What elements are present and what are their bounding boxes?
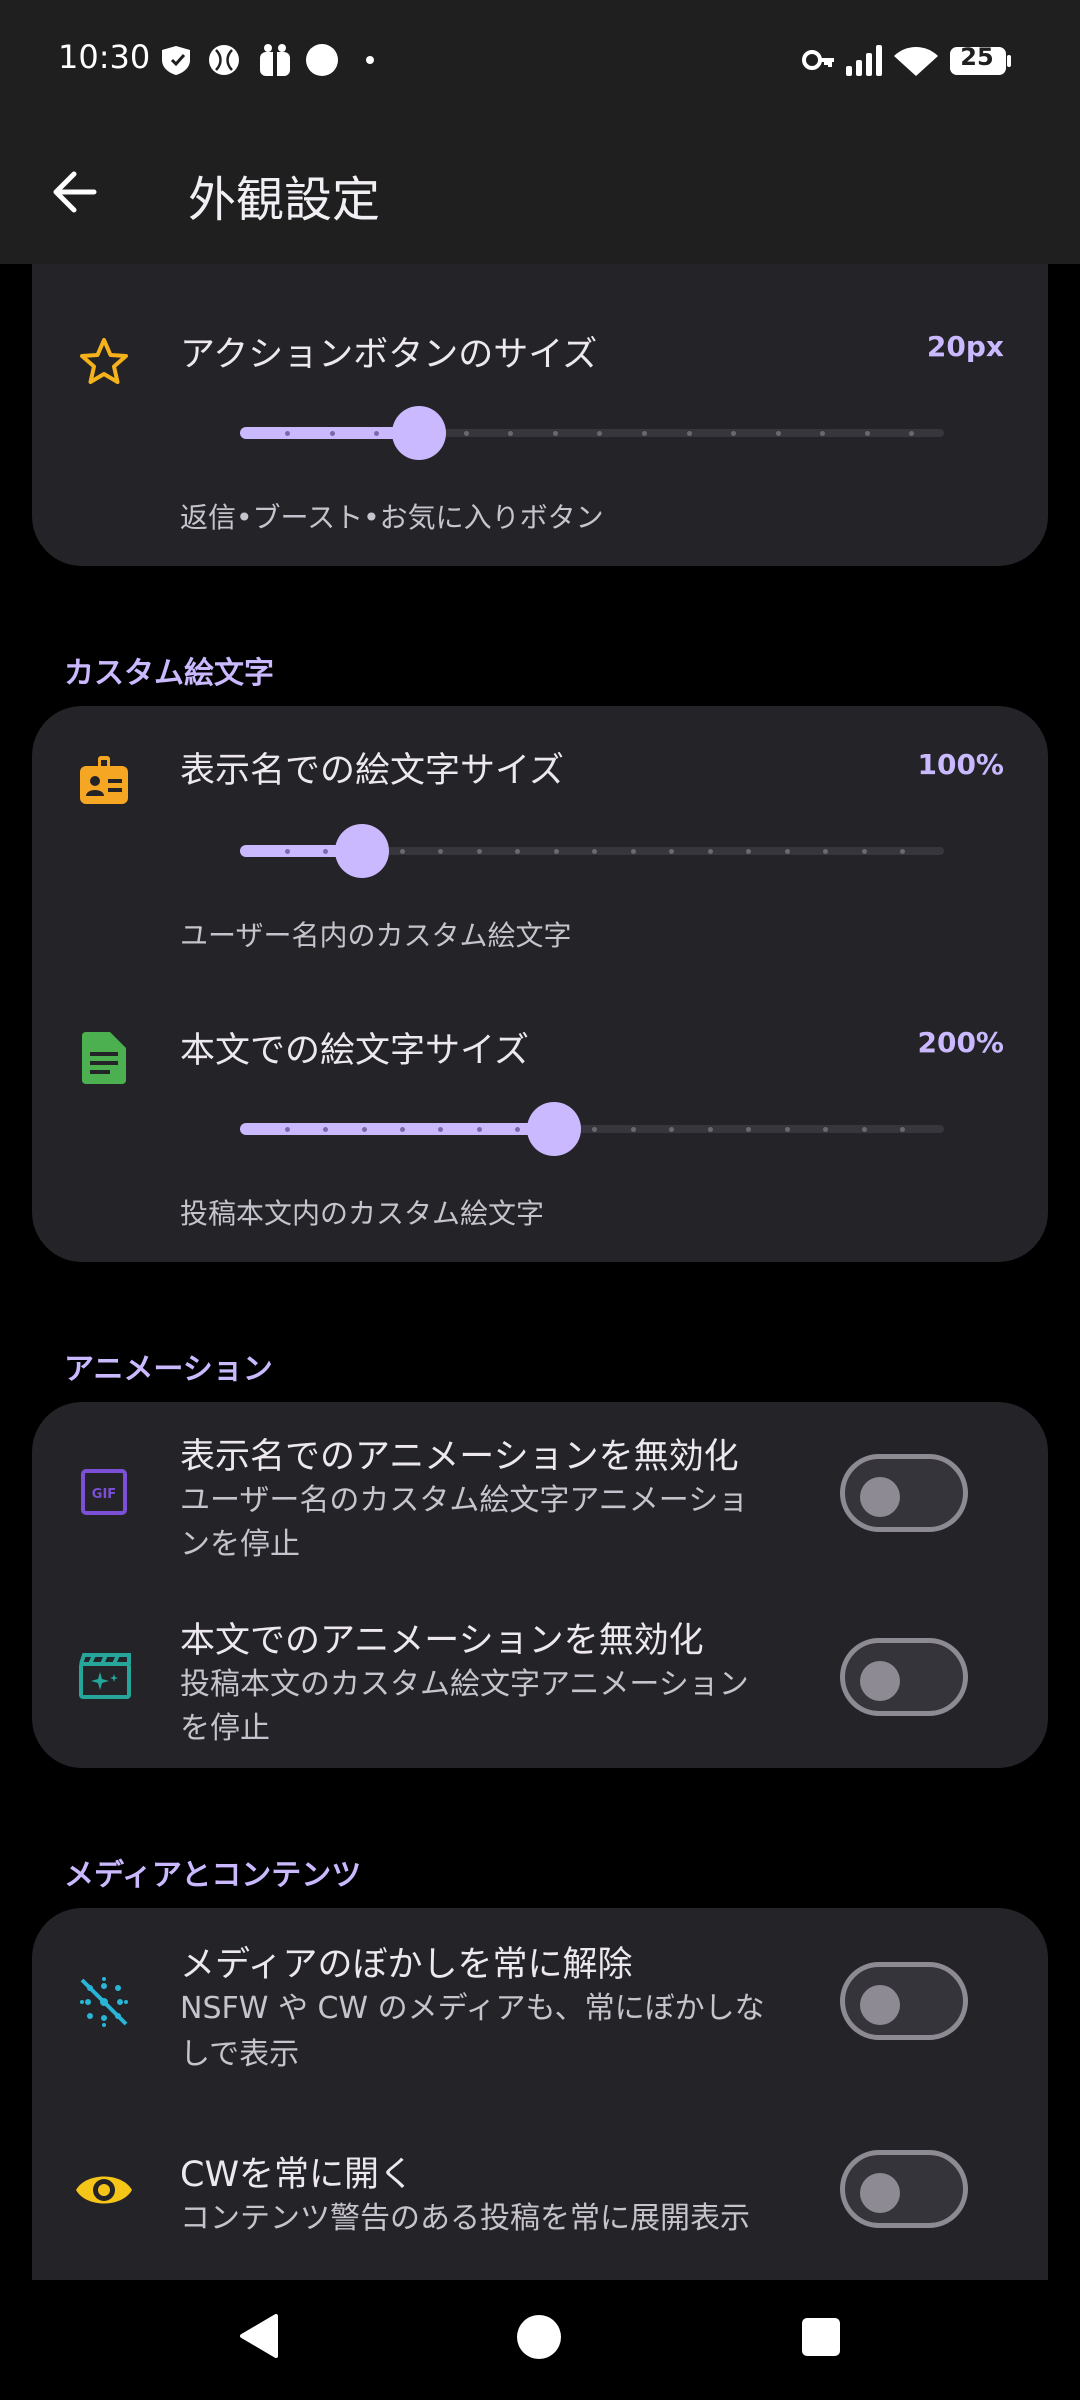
slider-thumb[interactable] — [392, 406, 446, 460]
svg-text:GIF: GIF — [92, 1487, 116, 1502]
star-icon — [80, 338, 128, 384]
article-icon — [82, 1032, 126, 1084]
always-open-cw-title: CWを常に開く — [180, 2155, 415, 2195]
always-unblur-media-title: メディアのぼかしを常に解除 — [180, 1945, 633, 1985]
battery-level: 25 — [960, 43, 994, 71]
always-unblur-media-subtitle-1: NSFW や CW のメディアも、常にぼかしな — [180, 1991, 765, 2026]
disable-body-animation-title: 本文でのアニメーションを無効化 — [180, 1621, 704, 1661]
display-name-emoji-size-subtitle: ユーザー名内のカスタム絵文字 — [180, 919, 572, 952]
gif-icon: GIF — [81, 1469, 127, 1515]
body-emoji-size-slider[interactable] — [240, 1102, 944, 1156]
always-open-cw-subtitle: コンテンツ警告のある投稿を常に展開表示 — [180, 2201, 750, 2236]
body-emoji-size-title: 本文での絵文字サイズ — [180, 1031, 529, 1071]
status-time: 10:30 — [58, 38, 151, 76]
disable-display-name-animation-subtitle-2: ンを停止 — [180, 1527, 300, 1562]
eye-icon — [76, 2176, 132, 2204]
always-open-cw-switch[interactable] — [840, 2150, 968, 2228]
action-button-size-value: 20px — [926, 330, 1004, 363]
display-name-emoji-size-slider[interactable] — [240, 824, 944, 878]
badge-icon — [80, 756, 128, 804]
disable-display-name-animation-switch[interactable] — [840, 1454, 968, 1532]
blur-off-icon — [80, 1977, 128, 2027]
disable-body-animation-subtitle-2: を停止 — [180, 1711, 270, 1746]
nav-recents-icon[interactable] — [800, 2316, 842, 2358]
notification-icons — [162, 44, 374, 76]
always-unblur-media-switch[interactable] — [840, 1962, 968, 2040]
slider-thumb[interactable] — [335, 824, 389, 878]
slider-thumb[interactable] — [527, 1102, 581, 1156]
display-name-emoji-size-title: 表示名での絵文字サイズ — [180, 751, 564, 791]
section-header-animation: アニメーション — [64, 1352, 273, 1387]
nav-home-icon[interactable] — [516, 2314, 562, 2360]
display-name-emoji-size-value: 100% — [917, 748, 1004, 781]
always-unblur-media-subtitle-2: しで表示 — [180, 2037, 300, 2072]
body-emoji-size-value: 200% — [917, 1026, 1004, 1059]
disable-display-name-animation-subtitle-1: ユーザー名のカスタム絵文字アニメーショ — [180, 1483, 749, 1518]
action-button-size-subtitle: 返信•ブースト•お気に入りボタン — [180, 501, 604, 534]
section-header-media: メディアとコンテンツ — [64, 1858, 362, 1893]
movie-sparkle-icon — [79, 1653, 131, 1699]
action-button-size-title: アクションボタンのサイズ — [180, 335, 598, 375]
back-arrow-icon[interactable] — [50, 168, 98, 216]
section-header-custom-emoji: カスタム絵文字 — [64, 656, 274, 691]
page-title: 外観設定 — [188, 172, 381, 228]
disable-body-animation-switch[interactable] — [840, 1638, 968, 1716]
nav-back-icon[interactable] — [236, 2312, 280, 2360]
disable-body-animation-subtitle-1: 投稿本文のカスタム絵文字アニメーション — [180, 1667, 749, 1702]
app-bar — [0, 120, 1080, 264]
body-emoji-size-subtitle: 投稿本文内のカスタム絵文字 — [180, 1197, 545, 1230]
action-button-size-slider[interactable] — [240, 406, 944, 460]
disable-display-name-animation-title: 表示名でのアニメーションを無効化 — [180, 1437, 739, 1477]
